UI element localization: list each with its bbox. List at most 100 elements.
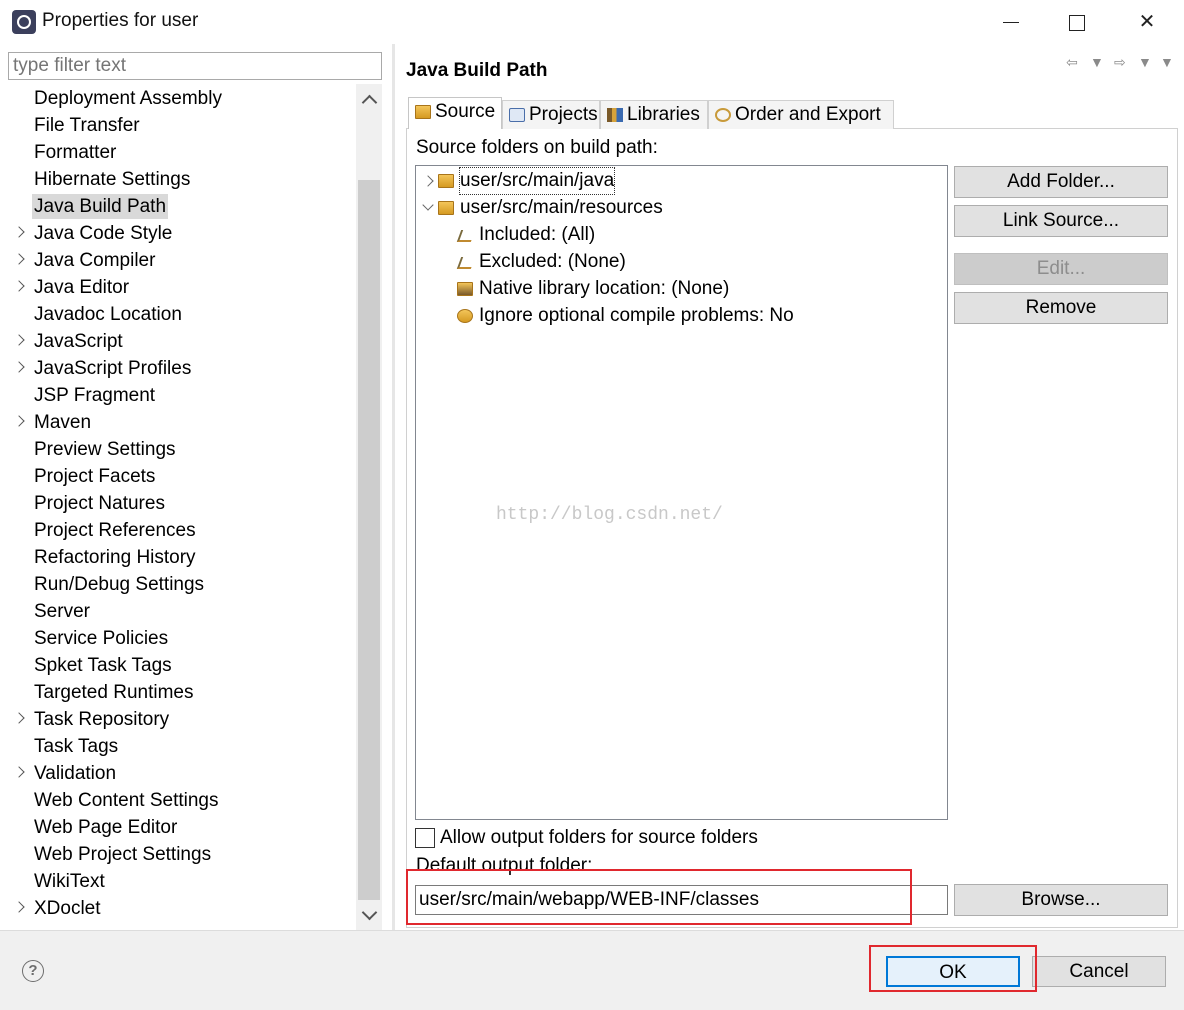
help-icon[interactable]: ? xyxy=(22,960,44,982)
browse-button[interactable]: Browse... xyxy=(954,884,1168,916)
link-source-button[interactable]: Link Source... xyxy=(954,205,1168,237)
back-dropdown-icon[interactable]: ▼ xyxy=(1090,54,1104,70)
sidebar-item[interactable]: JSP Fragment xyxy=(8,382,356,409)
sidebar-item[interactable]: Web Project Settings xyxy=(8,841,356,868)
sidebar-item-label: Spket Task Tags xyxy=(34,655,172,676)
sidebar-item-label: Project Facets xyxy=(34,466,156,487)
sidebar-item-label: Project Natures xyxy=(34,493,165,514)
maximize-button[interactable] xyxy=(1062,8,1092,36)
cancel-button[interactable]: Cancel xyxy=(1032,956,1166,987)
filter-input[interactable] xyxy=(8,52,382,80)
output-folder-highlight-box xyxy=(406,869,912,925)
sidebar-item[interactable]: Spket Task Tags xyxy=(8,652,356,679)
tab-source[interactable]: Source xyxy=(408,97,502,129)
exclusion-filter-icon xyxy=(457,255,473,269)
sidebar-item[interactable]: Java Editor xyxy=(8,274,356,301)
attribute-label: Included: (All) xyxy=(479,224,596,245)
sidebar-item[interactable]: Web Page Editor xyxy=(8,814,356,841)
sidebar-item[interactable]: Hibernate Settings xyxy=(8,166,356,193)
tab-label: Libraries xyxy=(627,104,700,125)
sidebar-item-label: Validation xyxy=(34,763,117,784)
tab-label: Projects xyxy=(529,104,598,125)
minimize-button[interactable] xyxy=(996,8,1026,36)
sidebar-item-label: Server xyxy=(34,601,90,622)
ignore-problems-icon xyxy=(457,309,473,323)
sidebar-item[interactable]: Formatter xyxy=(8,139,356,166)
expand-chevron-icon[interactable] xyxy=(13,253,25,265)
expand-chevron-icon[interactable] xyxy=(13,280,25,292)
sidebar-item-label: JavaScript Profiles xyxy=(34,358,192,379)
sidebar-item[interactable]: File Transfer xyxy=(8,112,356,139)
expand-chevron-icon[interactable] xyxy=(13,766,25,778)
remove-button[interactable]: Remove xyxy=(954,292,1168,324)
tab-order-and-export[interactable]: Order and Export xyxy=(708,100,894,129)
inclusion-filter-icon xyxy=(457,228,473,242)
sidebar-item[interactable]: Project References xyxy=(8,517,356,544)
sidebar-item[interactable]: JavaScript xyxy=(8,328,356,355)
window-title: Properties for user xyxy=(42,10,199,31)
expand-chevron-icon[interactable] xyxy=(13,226,25,238)
sidebar-item[interactable]: Server xyxy=(8,598,356,625)
sidebar-item[interactable]: Javadoc Location xyxy=(8,301,356,328)
attribute-label: Ignore optional compile problems: No xyxy=(479,305,794,326)
sidebar-item[interactable]: Deployment Assembly xyxy=(8,85,356,112)
sidebar-item[interactable]: Service Policies xyxy=(8,625,356,652)
source-folder-label: user/src/main/java xyxy=(458,167,616,195)
sidebar-item[interactable]: Java Build Path xyxy=(8,193,356,220)
expand-chevron-icon[interactable] xyxy=(13,712,25,724)
view-menu-icon[interactable]: ▼ xyxy=(1160,54,1174,70)
sidebar-item-label: Hibernate Settings xyxy=(34,169,191,190)
sidebar-item[interactable]: Java Code Style xyxy=(8,220,356,247)
tab-libraries[interactable]: Libraries xyxy=(600,100,708,129)
close-button[interactable]: ✕ xyxy=(1132,8,1162,36)
maximize-icon xyxy=(1069,14,1085,31)
sidebar-item[interactable]: Java Compiler xyxy=(8,247,356,274)
source-folders-tree[interactable]: user/src/main/java user/src/main/resourc… xyxy=(415,165,948,820)
sidebar-item[interactable]: Run/Debug Settings xyxy=(8,571,356,598)
tab-projects[interactable]: Projects xyxy=(502,100,600,129)
sidebar-item[interactable]: Targeted Runtimes xyxy=(8,679,356,706)
collapse-chevron-icon[interactable] xyxy=(422,199,434,211)
sidebar-item[interactable]: Project Facets xyxy=(8,463,356,490)
sidebar-item[interactable]: Task Tags xyxy=(8,733,356,760)
source-folder-icon xyxy=(415,105,431,119)
expand-chevron-icon[interactable] xyxy=(13,361,25,373)
sidebar-item-label: Service Policies xyxy=(34,628,169,649)
sidebar-item-label: Run/Debug Settings xyxy=(34,574,205,595)
forward-dropdown-icon[interactable]: ▼ xyxy=(1138,54,1152,70)
back-arrow-icon[interactable]: ⇦ xyxy=(1066,54,1078,71)
sidebar-item[interactable]: Project Natures xyxy=(8,490,356,517)
projects-icon xyxy=(509,108,525,122)
sidebar-item-label: XDoclet xyxy=(34,898,101,919)
ok-highlight-box xyxy=(869,945,1037,992)
expand-chevron-icon[interactable] xyxy=(13,415,25,427)
sidebar-item[interactable]: Maven xyxy=(8,409,356,436)
sidebar-item-label: Javadoc Location xyxy=(34,304,182,325)
expand-chevron-icon[interactable] xyxy=(422,175,434,187)
forward-arrow-icon[interactable]: ⇨ xyxy=(1114,54,1126,71)
sidebar-item-label: Preview Settings xyxy=(34,439,176,460)
sidebar-item[interactable]: Refactoring History xyxy=(8,544,356,571)
sidebar-item[interactable]: Preview Settings xyxy=(8,436,356,463)
allow-output-folders-checkbox[interactable] xyxy=(415,828,435,848)
source-folders-label: Source folders on build path: xyxy=(416,137,658,158)
source-folder-label: user/src/main/resources xyxy=(460,197,663,218)
sidebar-item[interactable]: WikiText xyxy=(8,868,356,895)
sidebar-item[interactable]: Validation xyxy=(8,760,356,787)
add-folder-button[interactable]: Add Folder... xyxy=(954,166,1168,198)
sidebar-item[interactable]: Web Content Settings xyxy=(8,787,356,814)
page-navigation: ⇦ ▼ ⇨ ▼ ▼ xyxy=(1066,54,1176,74)
sidebar-item-label: Maven xyxy=(34,412,92,433)
expand-chevron-icon[interactable] xyxy=(13,901,25,913)
sidebar-item[interactable]: Task Repository xyxy=(8,706,356,733)
sidebar-item-label: File Transfer xyxy=(34,115,140,136)
pane-divider[interactable] xyxy=(392,44,395,930)
edit-button[interactable]: Edit... xyxy=(954,253,1168,285)
sidebar-item[interactable]: XDoclet xyxy=(8,895,356,922)
tab-label: Order and Export xyxy=(735,104,881,125)
sidebar-item-label: JSP Fragment xyxy=(34,385,156,406)
sidebar-item-label: Web Page Editor xyxy=(34,817,178,838)
expand-chevron-icon[interactable] xyxy=(13,334,25,346)
sidebar-item[interactable]: JavaScript Profiles xyxy=(8,355,356,382)
tab-label: Source xyxy=(435,101,496,122)
